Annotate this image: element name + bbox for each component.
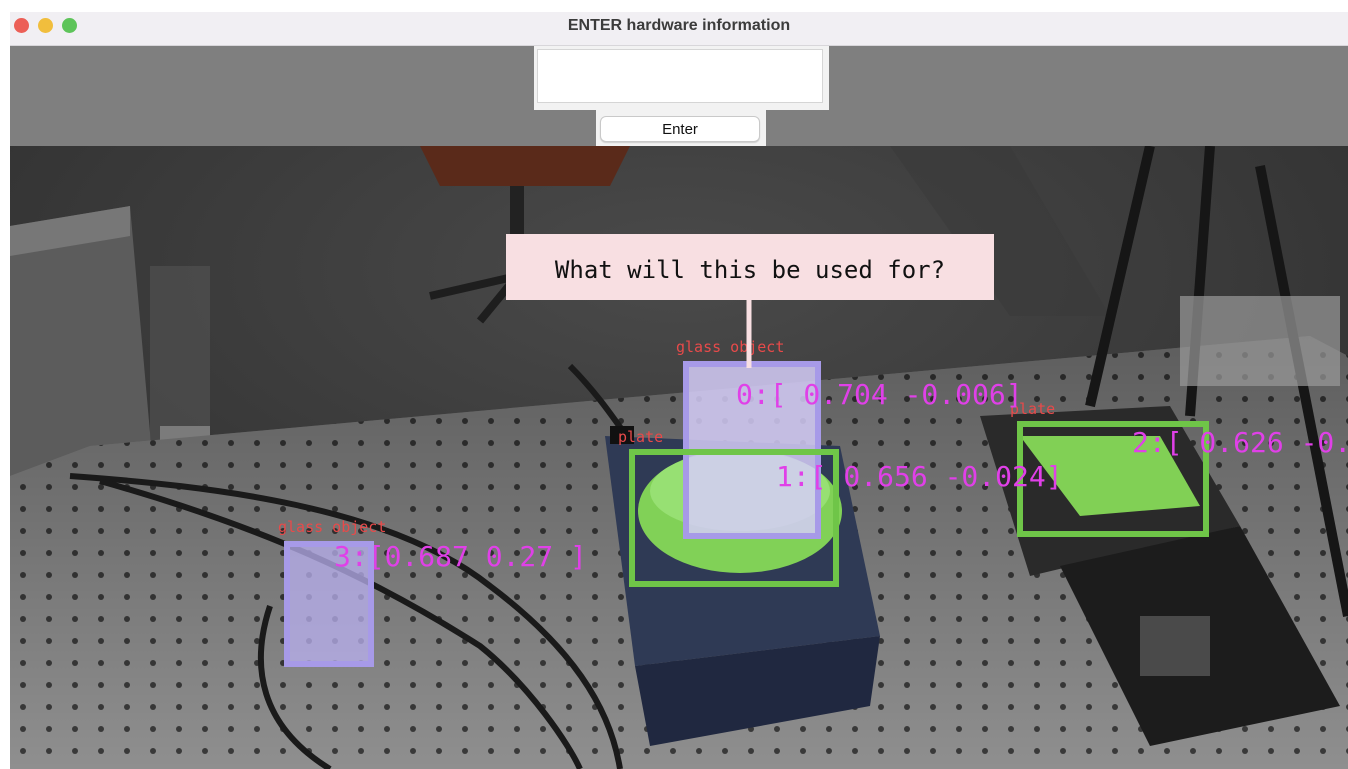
camera-frame: glass object plate plate glass object 0:… [10, 146, 1348, 769]
detection-label-0: glass object [676, 338, 784, 356]
enter-button-frame: Enter [596, 110, 766, 146]
detection-label-3: glass object [278, 518, 386, 536]
detection-coords-2: 2:[ 0.626 -0. [1132, 426, 1348, 459]
detection-coords-0: 0:[ 0.704 -0.006] [736, 378, 1023, 411]
title-bar: ENTER hardware information [10, 12, 1348, 46]
hardware-info-input[interactable] [537, 49, 823, 103]
input-panel: Enter [10, 46, 1348, 146]
window-title: ENTER hardware information [567, 17, 791, 34]
detection-coords-1: 1:[ 0.656 -0.024] [776, 460, 1063, 493]
camera-view: glass object plate plate glass object 0:… [10, 146, 1348, 769]
detection-coords-3: 3:[0.687 0.27 ] [334, 540, 587, 573]
prompt-text: What will this be used for? [555, 256, 945, 284]
hardware-input-frame [534, 46, 829, 110]
container [1180, 296, 1340, 386]
enter-button[interactable]: Enter [600, 116, 760, 142]
app-window: ENTER hardware information Enter glass o… [10, 12, 1348, 769]
detection-label-1: plate [618, 428, 663, 446]
